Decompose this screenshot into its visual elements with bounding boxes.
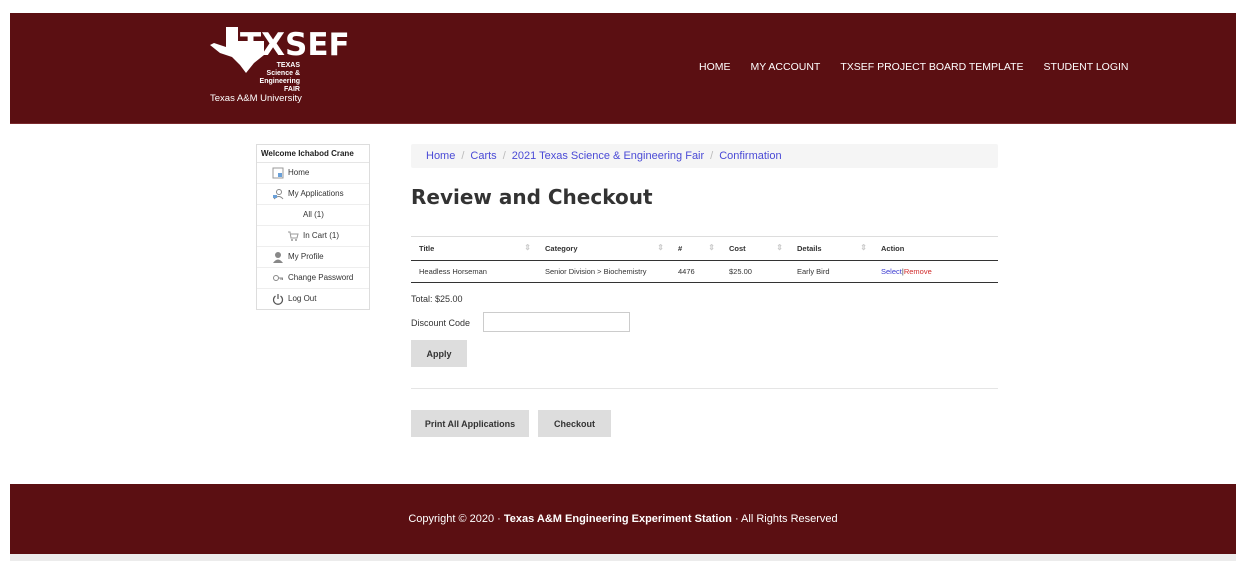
logo-sub-line1: TEXAS Science & <box>266 62 300 77</box>
sidebar-item-label: In Cart (1) <box>303 231 340 240</box>
column-header-label: Category <box>545 244 578 253</box>
cell-cost: $25.00 <box>729 267 752 276</box>
logo-text: TXSEF <box>240 27 350 63</box>
home-icon <box>272 167 284 179</box>
cart-total: Total: $25.00 <box>411 294 463 304</box>
column-header-action: Action <box>881 244 905 253</box>
sidebar-item-my-profile[interactable]: My Profile <box>257 247 369 268</box>
breadcrumb-separator: / <box>461 150 465 162</box>
logo-subtext: TEXAS Science & Engineering FAIR <box>256 62 300 94</box>
bottom-strip <box>10 554 1236 561</box>
sidebar-item-log-out[interactable]: Log Out <box>257 289 369 309</box>
footer-copyright-prefix: Copyright © 2020 · <box>408 513 504 525</box>
cell-details: Early Bird <box>797 267 830 276</box>
page-title: Review and Checkout <box>411 185 653 209</box>
logo-sub-line2: Engineering FAIR <box>259 78 300 93</box>
site-footer: Copyright © 2020 · Texas A&M Engineering… <box>10 484 1236 554</box>
main-nav: HOME MY ACCOUNT TXSEF PROJECT BOARD TEMP… <box>699 61 1149 73</box>
main-content: Home / Carts / 2021 Texas Science & Engineer… <box>411 144 998 437</box>
print-all-applications-button[interactable]: Print All Applications <box>411 410 529 437</box>
breadcrumb-separator: / <box>710 150 714 162</box>
breadcrumb-confirmation[interactable]: Confirmation <box>719 150 781 162</box>
sidebar-welcome: Welcome Ichabod Crane <box>257 145 369 163</box>
table-row: Headless Horseman Senior Division > Bioc… <box>411 261 998 283</box>
cart-icon <box>288 231 299 241</box>
cell-category: Senior Division > Biochemistry <box>545 267 647 276</box>
column-header-label: Cost <box>729 244 746 253</box>
select-link[interactable]: Select <box>881 267 902 276</box>
column-header-title[interactable]: Title ⇕ <box>411 237 537 261</box>
sidebar-item-label: My Profile <box>288 252 324 261</box>
table-header-row: Title ⇕ Category ⇕ # ⇕ Cost ⇕ Details ⇕ Actio… <box>411 236 998 261</box>
sidebar-item-my-applications[interactable]: My Applications <box>257 184 369 205</box>
breadcrumb: Home / Carts / 2021 Texas Science & Engineer… <box>411 144 998 168</box>
sidebar-item-change-password[interactable]: Change Password <box>257 268 369 289</box>
sort-icon: ⇕ <box>657 243 664 252</box>
nav-my-account[interactable]: MY ACCOUNT <box>751 61 821 73</box>
sidebar-item-label: Log Out <box>288 294 317 303</box>
column-header-category[interactable]: Category ⇕ <box>537 237 670 261</box>
sort-icon: ⇕ <box>708 243 715 252</box>
column-header-number[interactable]: # ⇕ <box>670 237 721 261</box>
sort-icon: ⇕ <box>524 243 531 252</box>
column-header-label: Details <box>797 244 822 253</box>
nav-home[interactable]: HOME <box>699 61 731 73</box>
discount-code-label: Discount Code <box>411 318 471 328</box>
applications-icon <box>273 189 284 200</box>
apply-button[interactable]: Apply <box>411 340 467 367</box>
sidebar: Welcome Ichabod Crane Home My Applicatio… <box>256 144 370 310</box>
footer-rights: · All Rights Reserved <box>731 513 838 525</box>
sort-icon: ⇕ <box>860 243 867 252</box>
breadcrumb-carts[interactable]: Carts <box>470 150 496 162</box>
discount-code-input[interactable] <box>483 312 630 332</box>
key-icon <box>273 275 283 281</box>
column-header-cost[interactable]: Cost ⇕ <box>721 237 789 261</box>
cell-title: Headless Horseman <box>419 267 487 276</box>
sidebar-item-label: My Applications <box>288 189 344 198</box>
sidebar-item-label: Home <box>288 168 310 177</box>
nav-project-board-template[interactable]: TXSEF PROJECT BOARD TEMPLATE <box>840 61 1023 73</box>
cell-number: 4476 <box>678 267 695 276</box>
site-header: TXSEF TEXAS Science & Engineering FAIR T… <box>10 13 1236 124</box>
sidebar-item-in-cart[interactable]: In Cart (1) <box>257 226 369 247</box>
sidebar-item-all[interactable]: All (1) <box>257 205 369 226</box>
footer-org-name: Texas A&M Engineering Experiment Station <box>503 513 732 525</box>
divider <box>411 388 998 389</box>
sidebar-item-home[interactable]: Home <box>257 163 369 184</box>
power-icon <box>272 294 284 305</box>
cart-table: Title ⇕ Category ⇕ # ⇕ Cost ⇕ Details ⇕ Actio… <box>411 236 998 283</box>
remove-link[interactable]: Remove <box>904 267 932 276</box>
sidebar-item-label: Change Password <box>288 273 354 282</box>
column-header-details[interactable]: Details ⇕ <box>789 237 873 261</box>
breadcrumb-home[interactable]: Home <box>426 150 455 162</box>
sidebar-item-label: All (1) <box>303 210 324 219</box>
sort-icon: ⇕ <box>776 243 783 252</box>
column-header-label: # <box>678 244 683 253</box>
user-icon <box>273 252 283 263</box>
column-header-label: Title <box>419 244 435 253</box>
university-label: Texas A&M University <box>210 93 302 104</box>
breadcrumb-separator: / <box>502 150 506 162</box>
checkout-button[interactable]: Checkout <box>538 410 611 437</box>
txsef-logo[interactable]: TXSEF TEXAS Science & Engineering FAIR T… <box>206 25 350 105</box>
breadcrumb-fair[interactable]: 2021 Texas Science & Engineering Fair <box>512 150 704 162</box>
cell-action: Select|Remove <box>873 261 998 283</box>
nav-student-login[interactable]: STUDENT LOGIN <box>1044 61 1129 73</box>
